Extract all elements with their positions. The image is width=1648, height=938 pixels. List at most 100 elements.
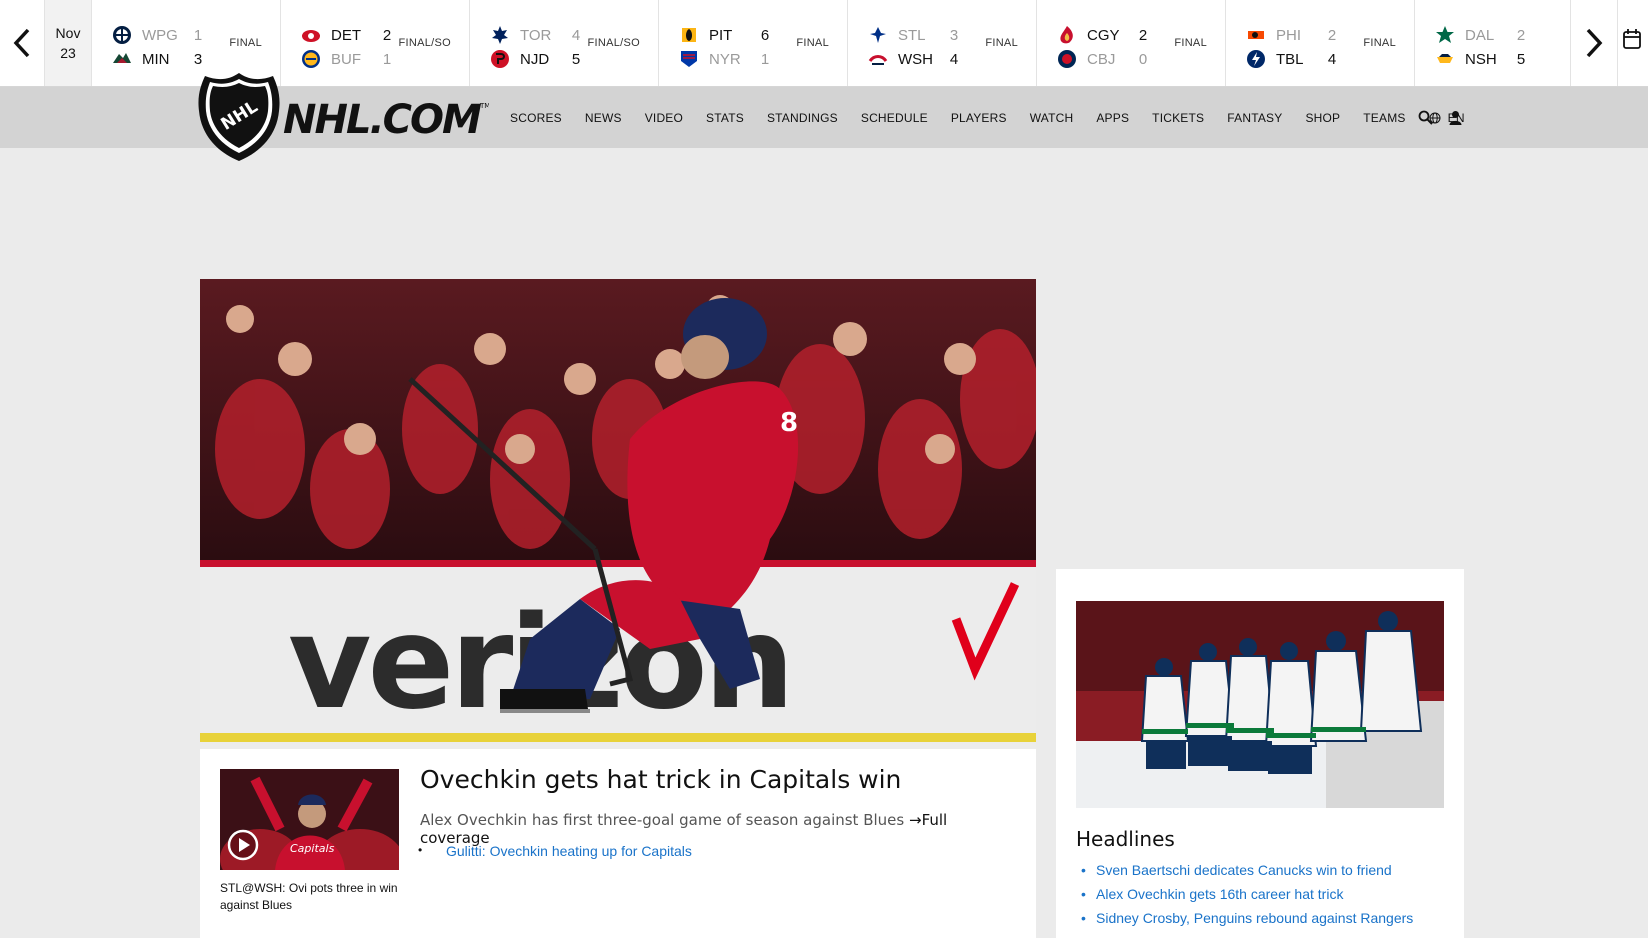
team-score: 3 [949, 26, 959, 44]
team-abbr: NSH [1465, 50, 1497, 68]
team-row-away: TOR 4 [490, 25, 586, 45]
svg-text:TM: TM [479, 102, 489, 110]
hero-headline[interactable]: Ovechkin gets hat trick in Capitals win [420, 765, 1020, 794]
team-score: 1 [193, 26, 203, 44]
red-wings-logo-icon [301, 25, 321, 45]
team-abbr: DAL [1465, 26, 1495, 44]
team-score: 3 [193, 50, 203, 68]
ovechkin-celebration-photo: verizon 8 [200, 279, 1036, 749]
game-status: FINAL [796, 37, 829, 49]
video-caption[interactable]: STL@WSH: Ovi pots three in win against B… [220, 880, 405, 914]
capitals-logo-icon [868, 49, 888, 69]
team-abbr: TOR [520, 26, 552, 44]
scores-date[interactable]: Nov 23 [45, 0, 92, 86]
team-row-home: NSH 5 [1435, 49, 1531, 69]
maple-leafs-logo-icon [490, 25, 510, 45]
lightning-logo-icon [1246, 49, 1266, 69]
headlines-title: Headlines [1076, 827, 1175, 851]
nav-teams[interactable]: TEAMS [1363, 111, 1405, 125]
headline-item[interactable]: Sidney Crosby, Penguins rebound against … [1076, 910, 1413, 934]
penguins-logo-icon [679, 25, 699, 45]
date-day: 23 [60, 45, 76, 61]
hero-summary: Alex Ovechkin has first three-goal game … [420, 811, 1020, 847]
search-icon[interactable] [1418, 110, 1433, 125]
predators-logo-icon [1435, 49, 1455, 69]
team-abbr: MIN [142, 50, 170, 68]
user-account-icon[interactable] [1448, 110, 1463, 125]
team-abbr: NYR [709, 50, 741, 68]
jets-logo-icon [112, 25, 132, 45]
game-status: FINAL [1363, 37, 1396, 49]
sabres-logo-icon [301, 49, 321, 69]
team-abbr: WPG [142, 26, 178, 44]
game-card[interactable]: TOR 4 NJD 5 FINAL/SO [470, 0, 659, 86]
nav-apps[interactable]: APPS [1096, 111, 1129, 125]
nav-tickets[interactable]: TICKETS [1152, 111, 1204, 125]
arrow-right-icon: → [909, 811, 922, 829]
team-score: 6 [760, 26, 770, 44]
nav-scores[interactable]: SCORES [510, 111, 562, 125]
nav-fantasy[interactable]: FANTASY [1227, 111, 1282, 125]
hero-image[interactable]: verizon 8 [200, 279, 1036, 749]
game-card[interactable]: PIT 6 NYR 1 FINAL [659, 0, 848, 86]
hero-summary-text: Alex Ovechkin has first three-goal game … [420, 811, 905, 829]
team-score: 2 [382, 26, 392, 44]
nav-players[interactable]: PLAYERS [951, 111, 1007, 125]
nav-news[interactable]: NEWS [585, 111, 622, 125]
team-row-home: CBJ 0 [1057, 49, 1153, 69]
team-row-home: WSH 4 [868, 49, 964, 69]
related-story-label: Gulitti: Ovechkin heating up for Capital… [446, 843, 692, 859]
team-row-home: NJD 5 [490, 49, 586, 69]
svg-text:8: 8 [780, 408, 798, 438]
video-thumbnail[interactable]: Capitals [220, 769, 399, 870]
devils-logo-icon [490, 49, 510, 69]
nav-watch[interactable]: WATCH [1030, 111, 1074, 125]
game-status: FINAL/SO [398, 37, 451, 49]
team-score: 2 [1516, 26, 1526, 44]
game-card[interactable]: STL 3 WSH 4 FINAL [848, 0, 1037, 86]
team-abbr: WSH [898, 50, 933, 68]
team-score: 1 [760, 50, 770, 68]
headline-item[interactable]: Alex Ovechkin gets 16th career hat trick [1076, 886, 1413, 910]
primary-nav-links: SCORES NEWS VIDEO STATS STANDINGS SCHEDU… [510, 87, 1488, 148]
team-score: 5 [1516, 50, 1526, 68]
play-icon[interactable] [227, 829, 259, 861]
nav-shop[interactable]: SHOP [1305, 111, 1340, 125]
team-score: 2 [1327, 26, 1337, 44]
date-month: Nov [55, 25, 81, 41]
nhl-logo[interactable]: NHL NHL.COM TM [197, 71, 490, 163]
game-status: FINAL [229, 37, 262, 49]
nav-stats[interactable]: STATS [706, 111, 744, 125]
nav-standings[interactable]: STANDINGS [767, 111, 838, 125]
nav-video[interactable]: VIDEO [645, 111, 683, 125]
headline-item[interactable]: Sven Baertschi dedicates Canucks win to … [1076, 862, 1413, 886]
team-abbr: BUF [331, 50, 361, 68]
team-row-away: DET 2 [301, 25, 397, 45]
team-abbr: CGY [1087, 26, 1120, 44]
game-card[interactable]: CGY 2 CBJ 0 FINAL [1037, 0, 1226, 86]
team-score: 2 [1138, 26, 1148, 44]
blue-jackets-logo-icon [1057, 49, 1077, 69]
headlines-image[interactable] [1076, 601, 1444, 808]
team-row-home: TBL 4 [1246, 49, 1342, 69]
game-status: FINAL [985, 37, 1018, 49]
team-score: 4 [949, 50, 959, 68]
rangers-logo-icon [679, 49, 699, 69]
game-card[interactable]: PHI 2 TBL 4 FINAL [1226, 0, 1415, 86]
chevron-left-icon [13, 28, 30, 58]
team-abbr: PHI [1276, 26, 1302, 44]
game-status: FINAL/SO [587, 37, 640, 49]
scores-next-button[interactable] [1570, 0, 1618, 86]
game-status: FINAL [1174, 37, 1207, 49]
team-score: 1 [382, 50, 392, 68]
team-row-home: NYR 1 [679, 49, 775, 69]
scores-prev-button[interactable] [0, 0, 45, 86]
stars-logo-icon [1435, 25, 1455, 45]
team-row-away: CGY 2 [1057, 25, 1153, 45]
calendar-icon[interactable] [1622, 28, 1642, 50]
related-story-link[interactable]: Gulitti: Ovechkin heating up for Capital… [418, 843, 692, 859]
nav-schedule[interactable]: SCHEDULE [861, 111, 928, 125]
team-score: 0 [1138, 50, 1148, 68]
team-abbr: CBJ [1087, 50, 1116, 68]
game-card[interactable]: DAL2NSH5FI [1415, 0, 1570, 86]
